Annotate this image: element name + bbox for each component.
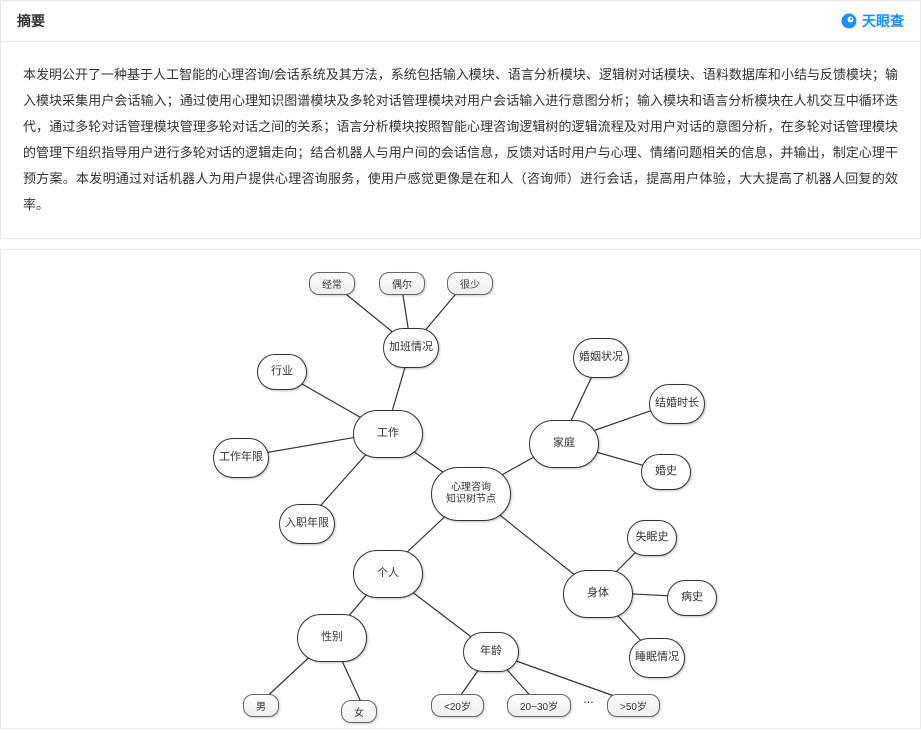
node-overtime: 加班情况 bbox=[383, 328, 439, 368]
brand-text: 天眼查 bbox=[862, 11, 904, 31]
node-age: 年龄 bbox=[463, 632, 519, 672]
leaf-rarely: 很少 bbox=[447, 272, 493, 295]
node-work: 工作 bbox=[353, 410, 423, 458]
node-marriage-hist: 婚史 bbox=[641, 454, 691, 490]
leaf-female: 女 bbox=[341, 700, 377, 723]
eye-icon bbox=[840, 12, 858, 30]
abstract-text: 本发明公开了一种基于人工智能的心理咨询/会话系统及其方法，系统包括输入模块、语言… bbox=[1, 42, 920, 238]
node-industry: 行业 bbox=[257, 354, 307, 390]
node-insomnia: 失眠史 bbox=[627, 520, 677, 556]
leaf-male: 男 bbox=[243, 694, 279, 717]
leaf-sometimes: 偶尔 bbox=[379, 272, 425, 295]
leaf-age1: <20岁 bbox=[431, 694, 484, 717]
node-marriage-len: 结婚时长 bbox=[649, 384, 705, 424]
node-center: 心理咨询 知识树节点 bbox=[431, 467, 511, 521]
node-illness: 病史 bbox=[667, 580, 717, 616]
node-entry-years: 入职年限 bbox=[279, 504, 335, 544]
leaf-age2: 20~30岁 bbox=[507, 694, 571, 717]
node-family: 家庭 bbox=[529, 420, 599, 468]
leaf-dots: … bbox=[583, 694, 594, 706]
diagram-section: 心理咨询 知识树节点 工作 家庭 个人 身体 行业 工作年限 入职年限 加班情况… bbox=[0, 249, 921, 729]
knowledge-tree-diagram: 心理咨询 知识树节点 工作 家庭 个人 身体 行业 工作年限 入职年限 加班情况… bbox=[201, 262, 741, 712]
node-body: 身体 bbox=[563, 570, 633, 618]
section-header: 摘要 天眼查 bbox=[1, 1, 920, 42]
node-personal: 个人 bbox=[353, 550, 423, 598]
leaf-often: 经常 bbox=[309, 272, 355, 295]
node-sleep: 睡眠情况 bbox=[629, 638, 685, 678]
abstract-section: 摘要 天眼查 本发明公开了一种基于人工智能的心理咨询/会话系统及其方法，系统包括… bbox=[0, 0, 921, 239]
leaf-age3: >50岁 bbox=[607, 694, 660, 717]
node-work-years: 工作年限 bbox=[213, 438, 269, 478]
brand-logo[interactable]: 天眼查 bbox=[840, 11, 904, 31]
node-marriage: 婚姻状况 bbox=[573, 338, 629, 378]
node-gender: 性别 bbox=[297, 614, 367, 662]
section-title: 摘要 bbox=[17, 11, 45, 31]
